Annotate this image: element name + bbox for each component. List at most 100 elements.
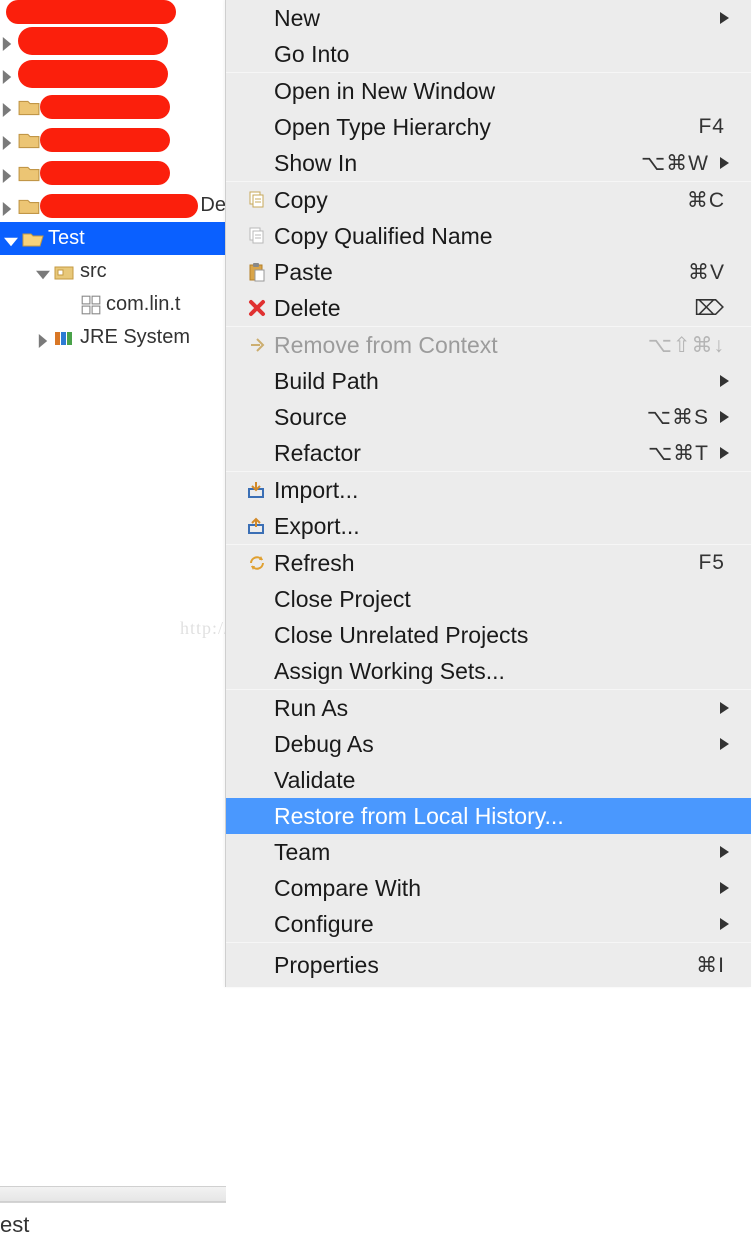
submenu-arrow-icon [717,157,733,169]
tree-label: Test [48,227,85,250]
bottom-tab[interactable]: est [0,1202,226,1246]
refresh-icon [240,554,274,572]
copy-icon [240,190,274,210]
package-icon [80,294,102,316]
tree-label: src [80,260,107,283]
paste-icon [240,262,274,282]
menu-open-type-hierarchy[interactable]: Open Type Hierarchy F4 [226,109,751,145]
library-icon [54,327,76,349]
project-tree[interactable]: De Test src com.lin.t JRE System [0,0,226,354]
menu-refactor[interactable]: Refactor ⌥⌘T [226,435,751,471]
redacted-item [40,95,170,119]
import-icon [240,481,274,499]
menu-new[interactable]: New [226,0,751,36]
open-twisty-icon[interactable] [36,265,50,279]
closed-twisty-icon[interactable] [0,133,14,147]
menu-show-in[interactable]: Show In ⌥⌘W [226,145,751,181]
menu-open-new-window[interactable]: Open in New Window [226,73,751,109]
menu-shortcut: F5 [698,551,725,575]
menu-paste[interactable]: Paste ⌘V [226,254,751,290]
tree-label: JRE System [80,326,190,349]
menu-compare-with[interactable]: Compare With [226,870,751,906]
menu-copy[interactable]: Copy ⌘C [226,182,751,218]
submenu-arrow-icon [717,447,733,459]
menu-restore-history[interactable]: Restore from Local History... [226,798,751,834]
closed-twisty-icon[interactable] [0,100,14,114]
delete-icon [240,299,274,317]
menu-label: Debug As [274,731,717,758]
menu-team[interactable]: Team [226,834,751,870]
closed-twisty-icon[interactable] [0,166,14,180]
menu-shortcut: ⌘V [688,260,725,285]
copy-qualified-icon [240,226,274,246]
remove-context-icon [240,336,274,354]
menu-label: Remove from Context [274,332,648,359]
menu-export[interactable]: Export... [226,508,751,544]
menu-label: Assign Working Sets... [274,658,733,685]
open-twisty-icon[interactable] [4,232,18,246]
menu-remove-context: Remove from Context ⌥⇧⌘↓ [226,327,751,363]
closed-twisty-icon[interactable] [36,331,50,345]
menu-configure[interactable]: Configure [226,906,751,942]
menu-shortcut: ⌥⌘T [648,441,709,466]
redacted-item [40,161,170,185]
submenu-arrow-icon [717,411,733,423]
menu-label: Delete [274,295,694,322]
folder-icon [18,129,40,151]
menu-build-path[interactable]: Build Path [226,363,751,399]
menu-label: Configure [274,911,717,938]
closed-twisty-icon[interactable] [0,67,14,81]
src-folder-icon [54,261,76,283]
submenu-arrow-icon [717,12,733,24]
menu-label: Open in New Window [274,78,733,105]
redacted-item [18,60,168,88]
export-icon [240,517,274,535]
tree-item-src[interactable]: src [0,255,226,288]
menu-close-unrelated[interactable]: Close Unrelated Projects [226,617,751,653]
submenu-arrow-icon [717,738,733,750]
menu-shortcut: ⌥⌘S [647,405,709,430]
menu-run-as[interactable]: Run As [226,690,751,726]
tree-item-jre[interactable]: JRE System [0,321,226,354]
menu-label: Properties [274,952,696,979]
closed-twisty-icon[interactable] [0,199,14,213]
tree-label: com.lin.t [106,293,180,316]
menu-shortcut: ⌘C [687,188,725,213]
menu-debug-as[interactable]: Debug As [226,726,751,762]
redacted-item [40,128,170,152]
folder-icon [18,195,40,217]
menu-label: Copy Qualified Name [274,223,733,250]
redacted-item [6,0,176,24]
menu-import[interactable]: Import... [226,472,751,508]
menu-validate[interactable]: Validate [226,762,751,798]
menu-label: Paste [274,259,688,286]
menu-close-project[interactable]: Close Project [226,581,751,617]
menu-label: Open Type Hierarchy [274,114,698,141]
bottom-tab-label: est [0,1212,29,1238]
menu-label: Refresh [274,550,698,577]
tree-item-test[interactable]: Test [0,222,226,255]
menu-label: Team [274,839,717,866]
menu-copy-qualified[interactable]: Copy Qualified Name [226,218,751,254]
folder-icon [18,162,40,184]
menu-label: Show In [274,150,641,177]
menu-label: Export... [274,513,733,540]
menu-label: Close Project [274,586,733,613]
folder-icon [18,96,40,118]
menu-label: Import... [274,477,733,504]
tree-item-package[interactable]: com.lin.t [0,288,226,321]
menu-refresh[interactable]: Refresh F5 [226,545,751,581]
submenu-arrow-icon [717,918,733,930]
menu-shortcut: ⌥⇧⌘↓ [648,333,725,358]
menu-source[interactable]: Source ⌥⌘S [226,399,751,435]
menu-properties[interactable]: Properties ⌘I [226,943,751,987]
menu-delete[interactable]: Delete ⌦ [226,290,751,326]
menu-go-into[interactable]: Go Into [226,36,751,72]
horizontal-scrollbar[interactable] [0,1186,226,1202]
closed-twisty-icon[interactable] [0,34,14,48]
bottom-panel: est [0,1186,226,1246]
tree-label-partial: De [200,194,226,217]
redacted-item [18,27,168,55]
menu-label: Run As [274,695,717,722]
menu-assign-working-sets[interactable]: Assign Working Sets... [226,653,751,689]
